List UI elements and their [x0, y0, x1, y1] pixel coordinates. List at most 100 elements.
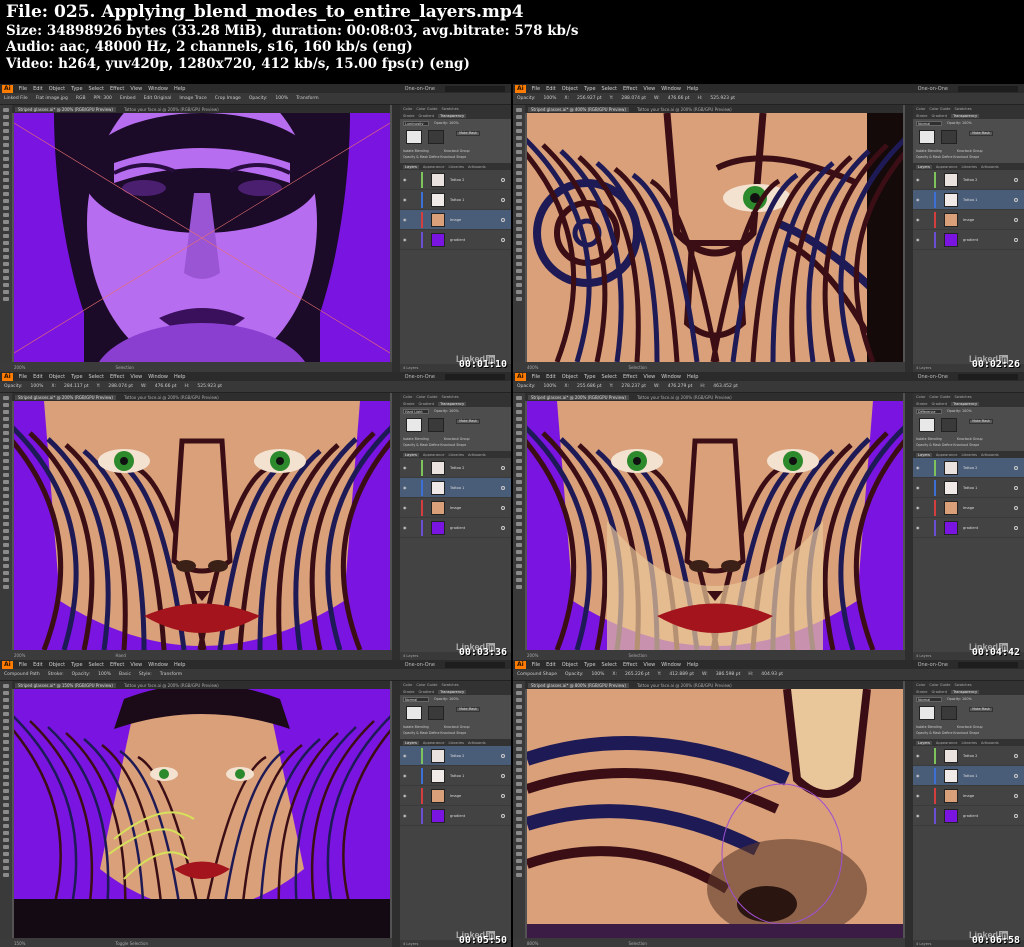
layers-tab[interactable]: Layers	[916, 164, 932, 169]
control-item[interactable]: Embed	[120, 96, 136, 101]
panel-tab[interactable]: Gradient	[931, 690, 947, 694]
layer-row[interactable]: ◉ Tattoo 2	[913, 458, 1024, 478]
layer-name[interactable]: Tattoo 1	[963, 486, 977, 490]
tool-icon[interactable]	[3, 396, 9, 400]
layer-row[interactable]: ◉ Image	[400, 498, 511, 518]
control-item[interactable]: X:	[564, 96, 569, 101]
menu-select[interactable]: Select	[89, 662, 104, 668]
layer-row[interactable]: ◉ Image	[400, 786, 511, 806]
artboard-canvas[interactable]	[527, 113, 903, 362]
layer-row[interactable]: ◉ Tattoo 1	[400, 478, 511, 498]
tool-icon[interactable]	[3, 248, 9, 252]
layers-tab[interactable]: Artboards	[981, 741, 999, 745]
visibility-eye-icon[interactable]: ◉	[916, 177, 922, 182]
search-stock-input[interactable]	[445, 373, 505, 380]
control-item[interactable]: 100%	[275, 96, 288, 101]
artboard-canvas[interactable]	[527, 401, 903, 650]
control-item[interactable]: 404.93 pt	[761, 672, 783, 677]
layer-name[interactable]: Image	[450, 794, 461, 798]
tool-icon[interactable]	[516, 705, 522, 709]
layer-name[interactable]: Tattoo 1	[963, 774, 977, 778]
layers-tab[interactable]: Libraries	[962, 165, 978, 169]
menu-window[interactable]: Window	[148, 662, 168, 668]
panel-tab[interactable]: Gradient	[418, 690, 434, 694]
tool-icon[interactable]	[516, 557, 522, 561]
menu-edit[interactable]: Edit	[33, 374, 43, 380]
opacity-field[interactable]: Opacity: 100%	[947, 121, 972, 125]
tool-icon[interactable]	[516, 466, 522, 470]
tool-icon[interactable]	[516, 248, 522, 252]
tool-icon[interactable]	[3, 171, 9, 175]
tool-icon[interactable]	[516, 164, 522, 168]
tool-icon[interactable]	[516, 480, 522, 484]
menu-help[interactable]: Help	[174, 662, 185, 668]
panel-tab[interactable]: Transparency	[438, 689, 467, 694]
layer-name[interactable]: gradient	[963, 526, 978, 530]
tool-icon[interactable]	[3, 185, 9, 189]
menu-select[interactable]: Select	[602, 662, 617, 668]
tool-icon[interactable]	[516, 438, 522, 442]
tool-icon[interactable]	[516, 712, 522, 716]
control-item[interactable]: Opacity:	[565, 672, 584, 677]
visibility-eye-icon[interactable]: ◉	[916, 505, 922, 510]
tool-icon[interactable]	[3, 494, 9, 498]
panel-tab[interactable]: Swatches	[954, 395, 971, 399]
tool-icon[interactable]	[3, 466, 9, 470]
control-item[interactable]: 100%	[544, 96, 557, 101]
layer-name[interactable]: gradient	[963, 238, 978, 242]
menu-file[interactable]: File	[532, 662, 540, 668]
tool-icon[interactable]	[3, 691, 9, 695]
tool-icon[interactable]	[516, 747, 522, 751]
menu-file[interactable]: File	[532, 374, 540, 380]
panel-tab[interactable]: Gradient	[418, 402, 434, 406]
control-item[interactable]: W:	[654, 384, 660, 389]
control-item[interactable]: Compound Path	[4, 672, 40, 677]
layers-tab[interactable]: Artboards	[468, 165, 486, 169]
isolate-blending-checkbox[interactable]: Isolate Blending	[916, 725, 942, 729]
control-item[interactable]: Opacity:	[517, 96, 536, 101]
menu-window[interactable]: Window	[661, 662, 681, 668]
panel-tab[interactable]: Color	[403, 683, 412, 687]
menu-select[interactable]: Select	[89, 374, 104, 380]
tool-icon[interactable]	[516, 487, 522, 491]
tool-icon[interactable]	[3, 684, 9, 688]
control-item[interactable]: Crop Image	[215, 96, 241, 101]
tool-icon[interactable]	[3, 227, 9, 231]
panel-tab[interactable]: Transparency	[951, 113, 980, 118]
tool-icon[interactable]	[3, 206, 9, 210]
tool-icon[interactable]	[516, 410, 522, 414]
workspace-switcher[interactable]: One-on-One	[918, 86, 948, 92]
target-circle-icon[interactable]	[501, 178, 505, 182]
tool-icon[interactable]	[516, 859, 522, 863]
control-item[interactable]: 476.66 pt	[155, 384, 177, 389]
control-item[interactable]: 288.074 pt	[108, 384, 133, 389]
menu-help[interactable]: Help	[687, 662, 698, 668]
panel-tab[interactable]: Swatches	[954, 683, 971, 687]
panel-tab[interactable]: Swatches	[441, 683, 458, 687]
panel-tab[interactable]: Stroke	[403, 402, 414, 406]
layers-tab[interactable]: Libraries	[962, 453, 978, 457]
opacity-mask-checkbox[interactable]: Opacity & Mask Define Knockout Shape	[403, 155, 466, 159]
layer-name[interactable]: Tattoo 1	[963, 198, 977, 202]
control-item[interactable]: RGB	[76, 96, 86, 101]
control-item[interactable]: 463.452 pt	[713, 384, 738, 389]
panel-tab[interactable]: Color Guide	[929, 107, 950, 111]
target-circle-icon[interactable]	[501, 238, 505, 242]
menu-window[interactable]: Window	[148, 86, 168, 92]
document-tab[interactable]: Tattoo your face.ai @ 200% (RGB/GPU Prev…	[124, 107, 219, 112]
layer-row[interactable]: ◉ Image	[913, 210, 1024, 230]
document-tab[interactable]: Tattoo your face.ai @ 200% (RGB/GPU Prev…	[637, 107, 732, 112]
opacity-field[interactable]: Opacity: 100%	[947, 697, 972, 701]
tool-icon[interactable]	[3, 859, 9, 863]
blend-mode-select[interactable]: Luminosity	[403, 121, 429, 126]
layer-row[interactable]: ◉ Tattoo 1	[913, 766, 1024, 786]
tool-icon[interactable]	[516, 733, 522, 737]
tool-icon[interactable]	[516, 424, 522, 428]
tool-icon[interactable]	[516, 796, 522, 800]
tool-icon[interactable]	[516, 206, 522, 210]
control-item[interactable]: Opacity:	[517, 384, 536, 389]
workspace-switcher[interactable]: One-on-One	[405, 662, 435, 668]
layer-name[interactable]: gradient	[450, 526, 465, 530]
tool-icon[interactable]	[516, 276, 522, 280]
layers-tab[interactable]: Layers	[403, 452, 419, 457]
